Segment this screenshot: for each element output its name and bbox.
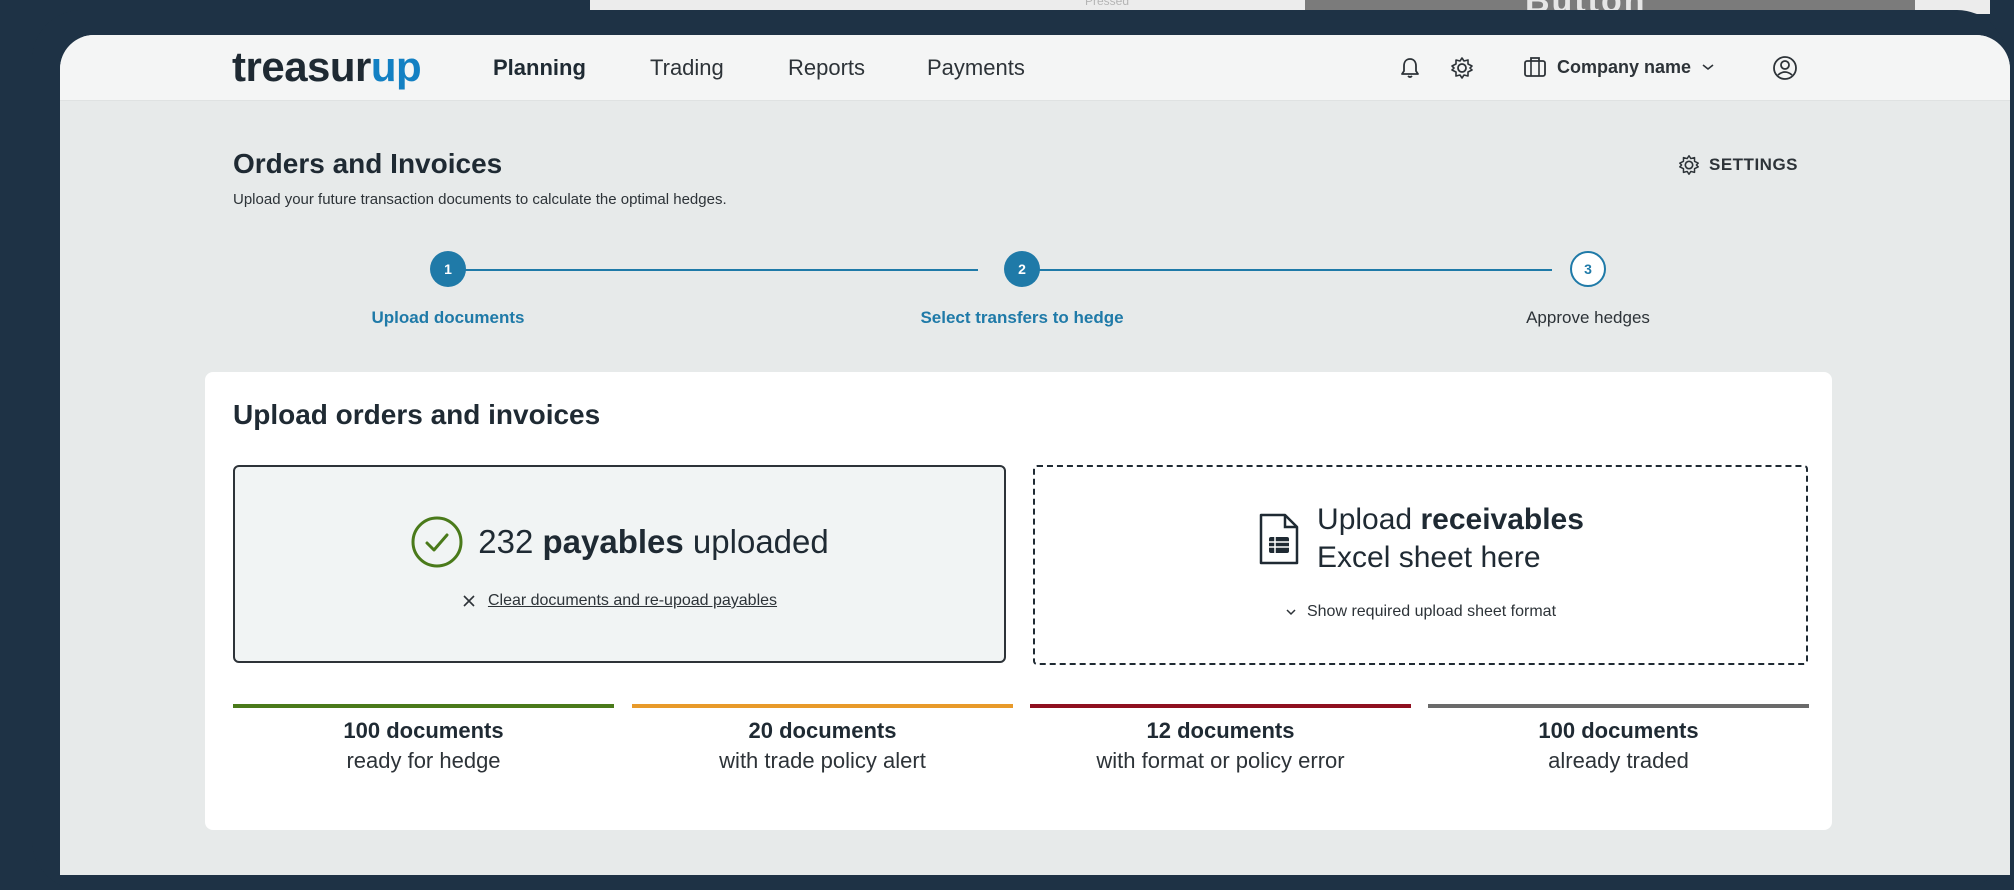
step-2-indicator[interactable]: 2: [1004, 251, 1040, 287]
payables-summary: 232 payables uploaded: [235, 515, 1004, 569]
page-title: Orders and Invoices: [233, 148, 503, 179]
step-1-indicator[interactable]: 1: [430, 251, 466, 287]
nav-reports[interactable]: Reports: [788, 55, 865, 81]
receivables-type: receivables: [1420, 503, 1584, 536]
receivables-dropzone[interactable]: Upload receivables Excel sheet here Show…: [1033, 465, 1808, 665]
stat-bar: [233, 704, 614, 708]
close-icon: [463, 595, 475, 607]
upload-card: Upload orders and invoices 232 payables …: [205, 372, 1832, 830]
step-2-label: Select transfers to hedge: [920, 308, 1124, 327]
user-icon[interactable]: [1771, 54, 1799, 82]
page-subtitle: Upload your future transaction documents…: [233, 191, 727, 208]
company-name: Company name: [1557, 56, 1692, 77]
stepper-connector: [1022, 269, 1552, 271]
stat-ready: 100 documents ready for hedge: [233, 704, 614, 774]
briefcase-icon: [1524, 57, 1546, 77]
app-screen: treasurup Planning Trading Reports Payme…: [60, 35, 2010, 875]
spreadsheet-file-icon: [1259, 513, 1299, 565]
payables-count: 232: [478, 523, 534, 560]
stat-bar: [632, 704, 1013, 708]
chevron-down-icon: [1702, 64, 1714, 71]
logo[interactable]: treasurup: [232, 43, 422, 91]
settings-label: SETTINGS: [1709, 155, 1799, 174]
stat-policy-alert: 20 documents with trade policy alert: [632, 704, 1013, 774]
receivables-text: Upload receivables Excel sheet here: [1317, 501, 1584, 577]
stat-desc: ready for hedge: [346, 748, 501, 773]
step-3-indicator[interactable]: 3: [1570, 251, 1606, 287]
show-format-label: Show required upload sheet format: [1306, 603, 1557, 620]
nav-trading[interactable]: Trading: [650, 55, 724, 81]
clear-documents-label: Clear documents and re-upoad payables: [487, 592, 778, 609]
stat-desc: with format or policy error: [1096, 748, 1345, 773]
stat-bar: [1428, 704, 1809, 708]
receivables-line-2: Excel sheet here: [1317, 541, 1541, 574]
logo-accent: up: [370, 43, 422, 90]
nav-payments[interactable]: Payments: [927, 55, 1025, 81]
stat-count: 20 documents: [748, 718, 897, 743]
stat-error: 12 documents with format or policy error: [1030, 704, 1411, 774]
nav-planning[interactable]: Planning: [493, 55, 586, 81]
logo-main: treasur: [232, 43, 371, 90]
top-navigation: treasurup Planning Trading Reports Payme…: [60, 35, 2010, 101]
stat-bar: [1030, 704, 1411, 708]
payables-suffix: uploaded: [692, 523, 829, 560]
stat-count: 12 documents: [1146, 718, 1295, 743]
company-selector[interactable]: Company name: [1523, 56, 1715, 78]
stat-count: 100 documents: [343, 718, 504, 743]
settings-button[interactable]: SETTINGS: [1677, 153, 1798, 177]
gear-icon: [1679, 155, 1699, 175]
chevron-down-icon: [1286, 609, 1296, 616]
stat-desc: already traded: [1548, 748, 1689, 773]
check-circle-icon: [411, 516, 463, 568]
payables-text: 232 payables uploaded: [478, 523, 828, 561]
bell-icon[interactable]: [1397, 55, 1423, 81]
payables-type: payables: [542, 523, 684, 560]
stepper-connector: [448, 269, 978, 271]
receivables-prefix: Upload: [1317, 503, 1413, 536]
step-3-label: Approve hedges: [1526, 308, 1650, 327]
clear-documents-link[interactable]: Clear documents and re-upoad payables: [235, 592, 1004, 610]
payables-upload-status: 232 payables uploaded Clear documents an…: [233, 465, 1006, 663]
show-format-toggle[interactable]: Show required upload sheet format: [1035, 603, 1806, 621]
receivables-prompt: Upload receivables Excel sheet here: [1035, 501, 1806, 577]
background-pressed-label: Pressed: [1085, 0, 1130, 8]
stat-traded: 100 documents already traded: [1428, 704, 1809, 774]
receivables-line-1: Upload receivables: [1317, 501, 1584, 539]
step-1-label: Upload documents: [371, 308, 525, 327]
stat-count: 100 documents: [1538, 718, 1699, 743]
upload-card-title: Upload orders and invoices: [233, 399, 601, 430]
stat-desc: with trade policy alert: [719, 748, 926, 773]
gear-icon[interactable]: [1449, 55, 1475, 81]
